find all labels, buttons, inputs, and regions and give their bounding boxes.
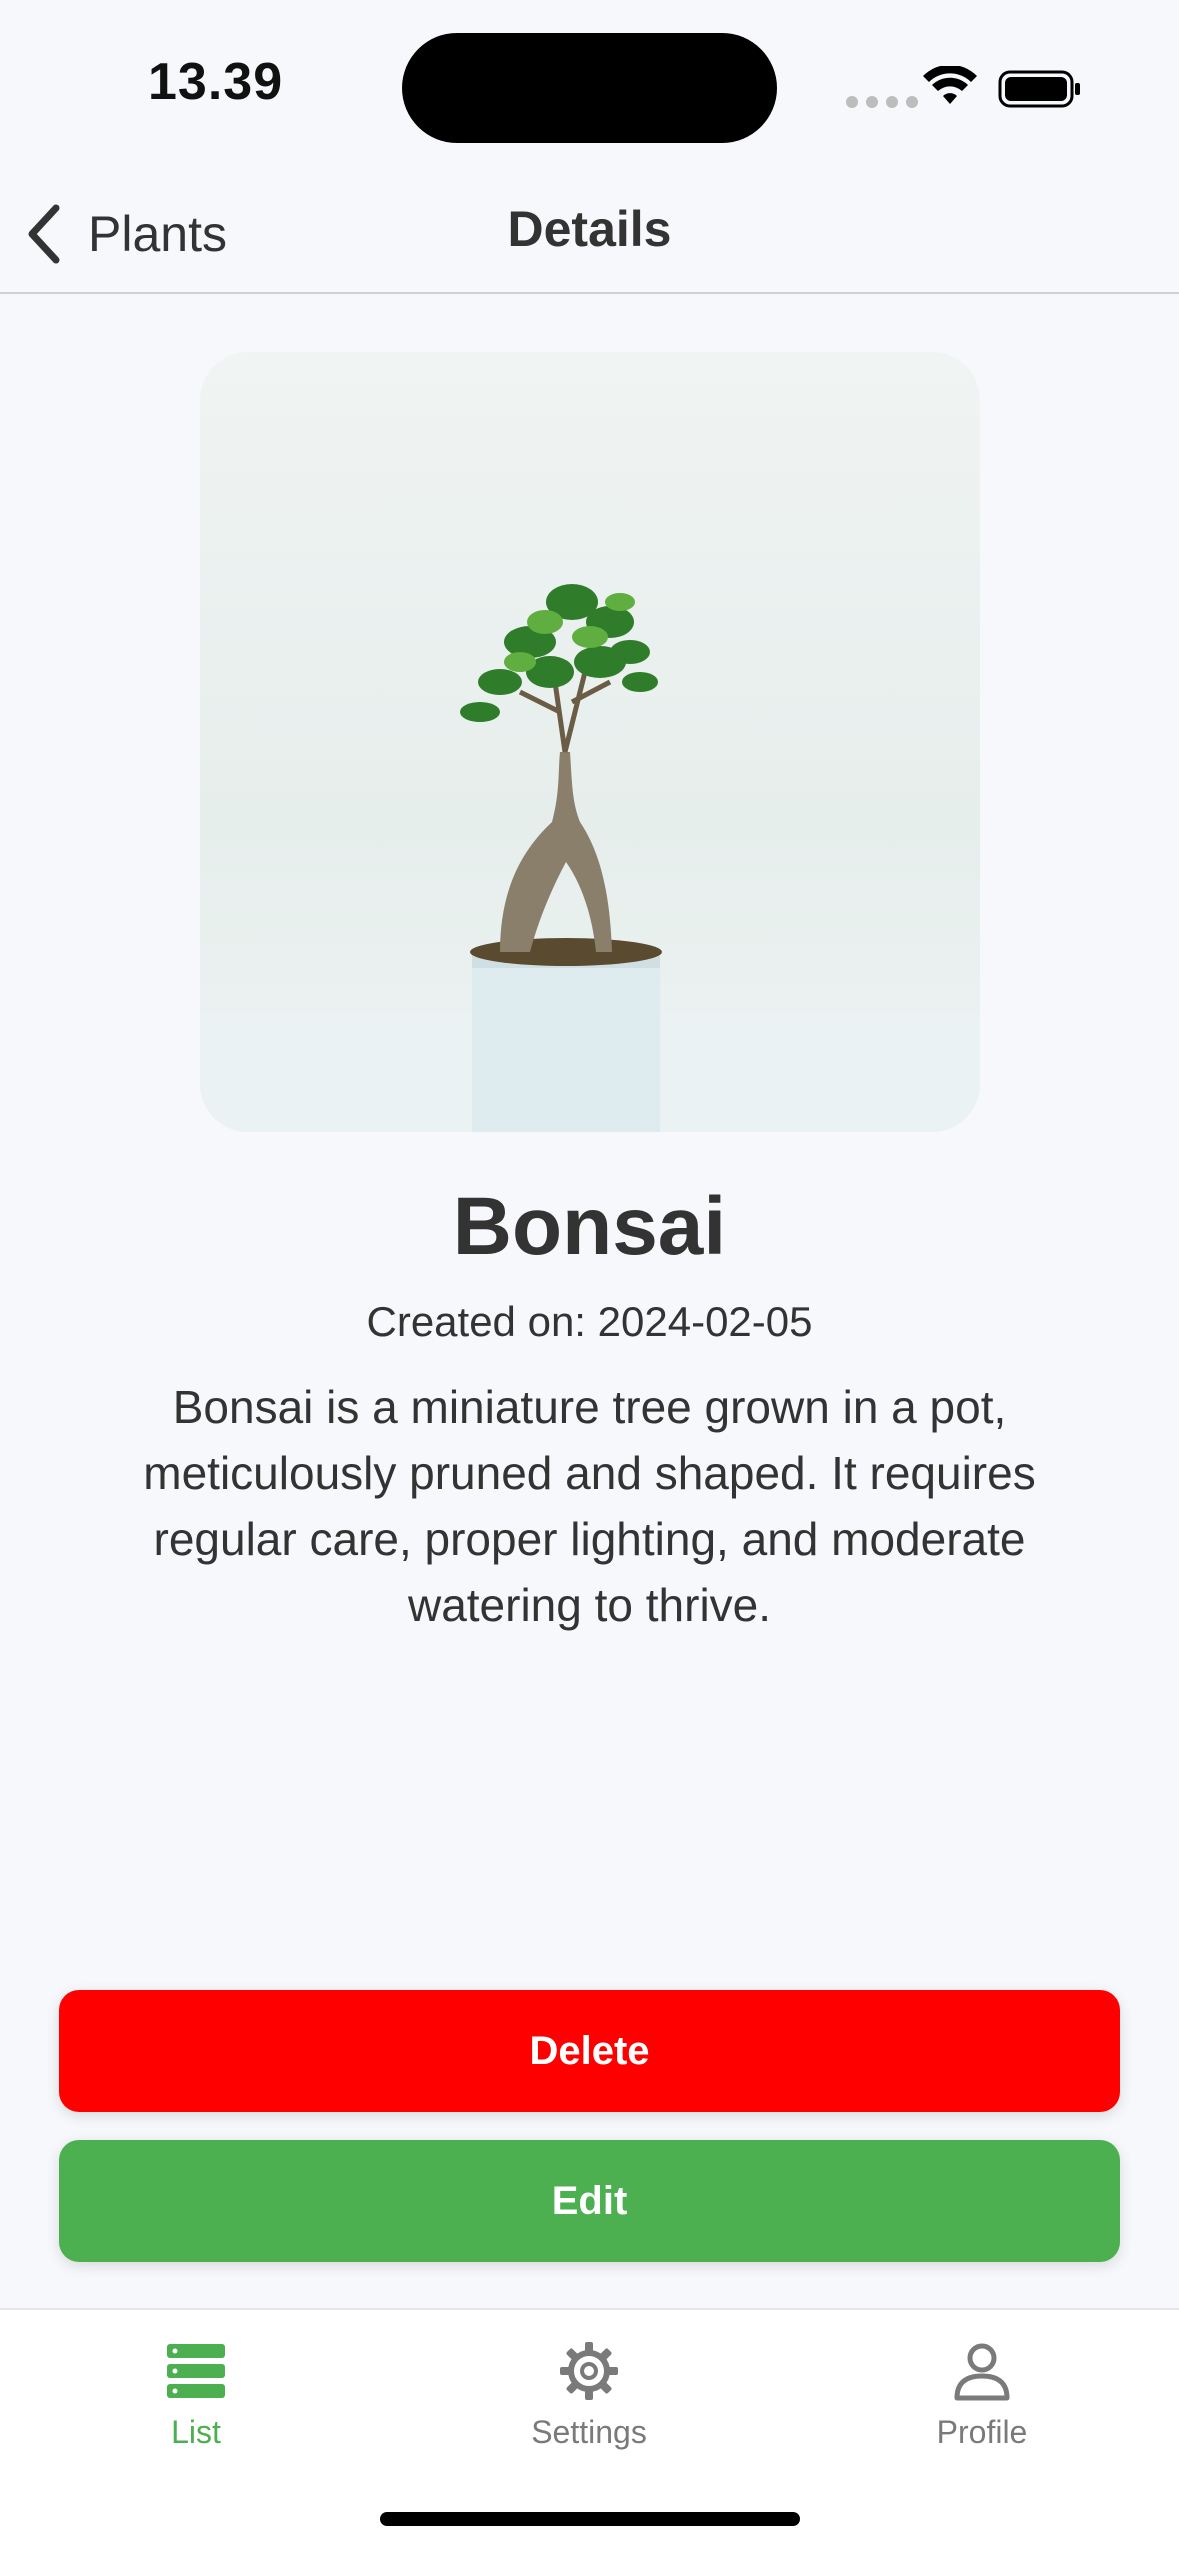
dynamic-island [402, 33, 777, 143]
plant-photo [200, 352, 980, 1132]
plant-name: Bonsai [452, 1181, 727, 1272]
tab-settings-label: Settings [531, 2414, 647, 2450]
wifi-icon [923, 66, 977, 104]
cellular-signal-icon [846, 96, 918, 108]
navigation-bar: Plants Details [0, 180, 1179, 292]
battery-icon [998, 70, 1080, 108]
plant-description: Bonsai is a miniature tree grown in a po… [143, 1381, 1036, 1631]
gear-icon [560, 2342, 618, 2400]
bonsai-image [200, 584, 980, 1132]
tab-profile-label: Profile [936, 2414, 1028, 2450]
delete-button[interactable]: Delete [59, 1990, 1120, 2112]
created-date: Created on: 2024-02-05 [366, 1298, 813, 1345]
tab-list-label: List [171, 2414, 221, 2450]
page-title: Details [507, 201, 672, 257]
edit-button[interactable]: Edit [59, 2140, 1120, 2262]
tab-list[interactable]: List [66, 2310, 326, 2460]
tab-profile[interactable]: Profile [852, 2310, 1112, 2460]
nav-divider [0, 292, 1179, 294]
list-icon [167, 2344, 225, 2398]
status-bar: 13.39 [0, 0, 1179, 180]
tab-settings[interactable]: Settings [459, 2310, 719, 2460]
status-time: 13.39 [148, 53, 284, 111]
home-indicator [380, 2512, 800, 2526]
person-icon [954, 2343, 1010, 2401]
